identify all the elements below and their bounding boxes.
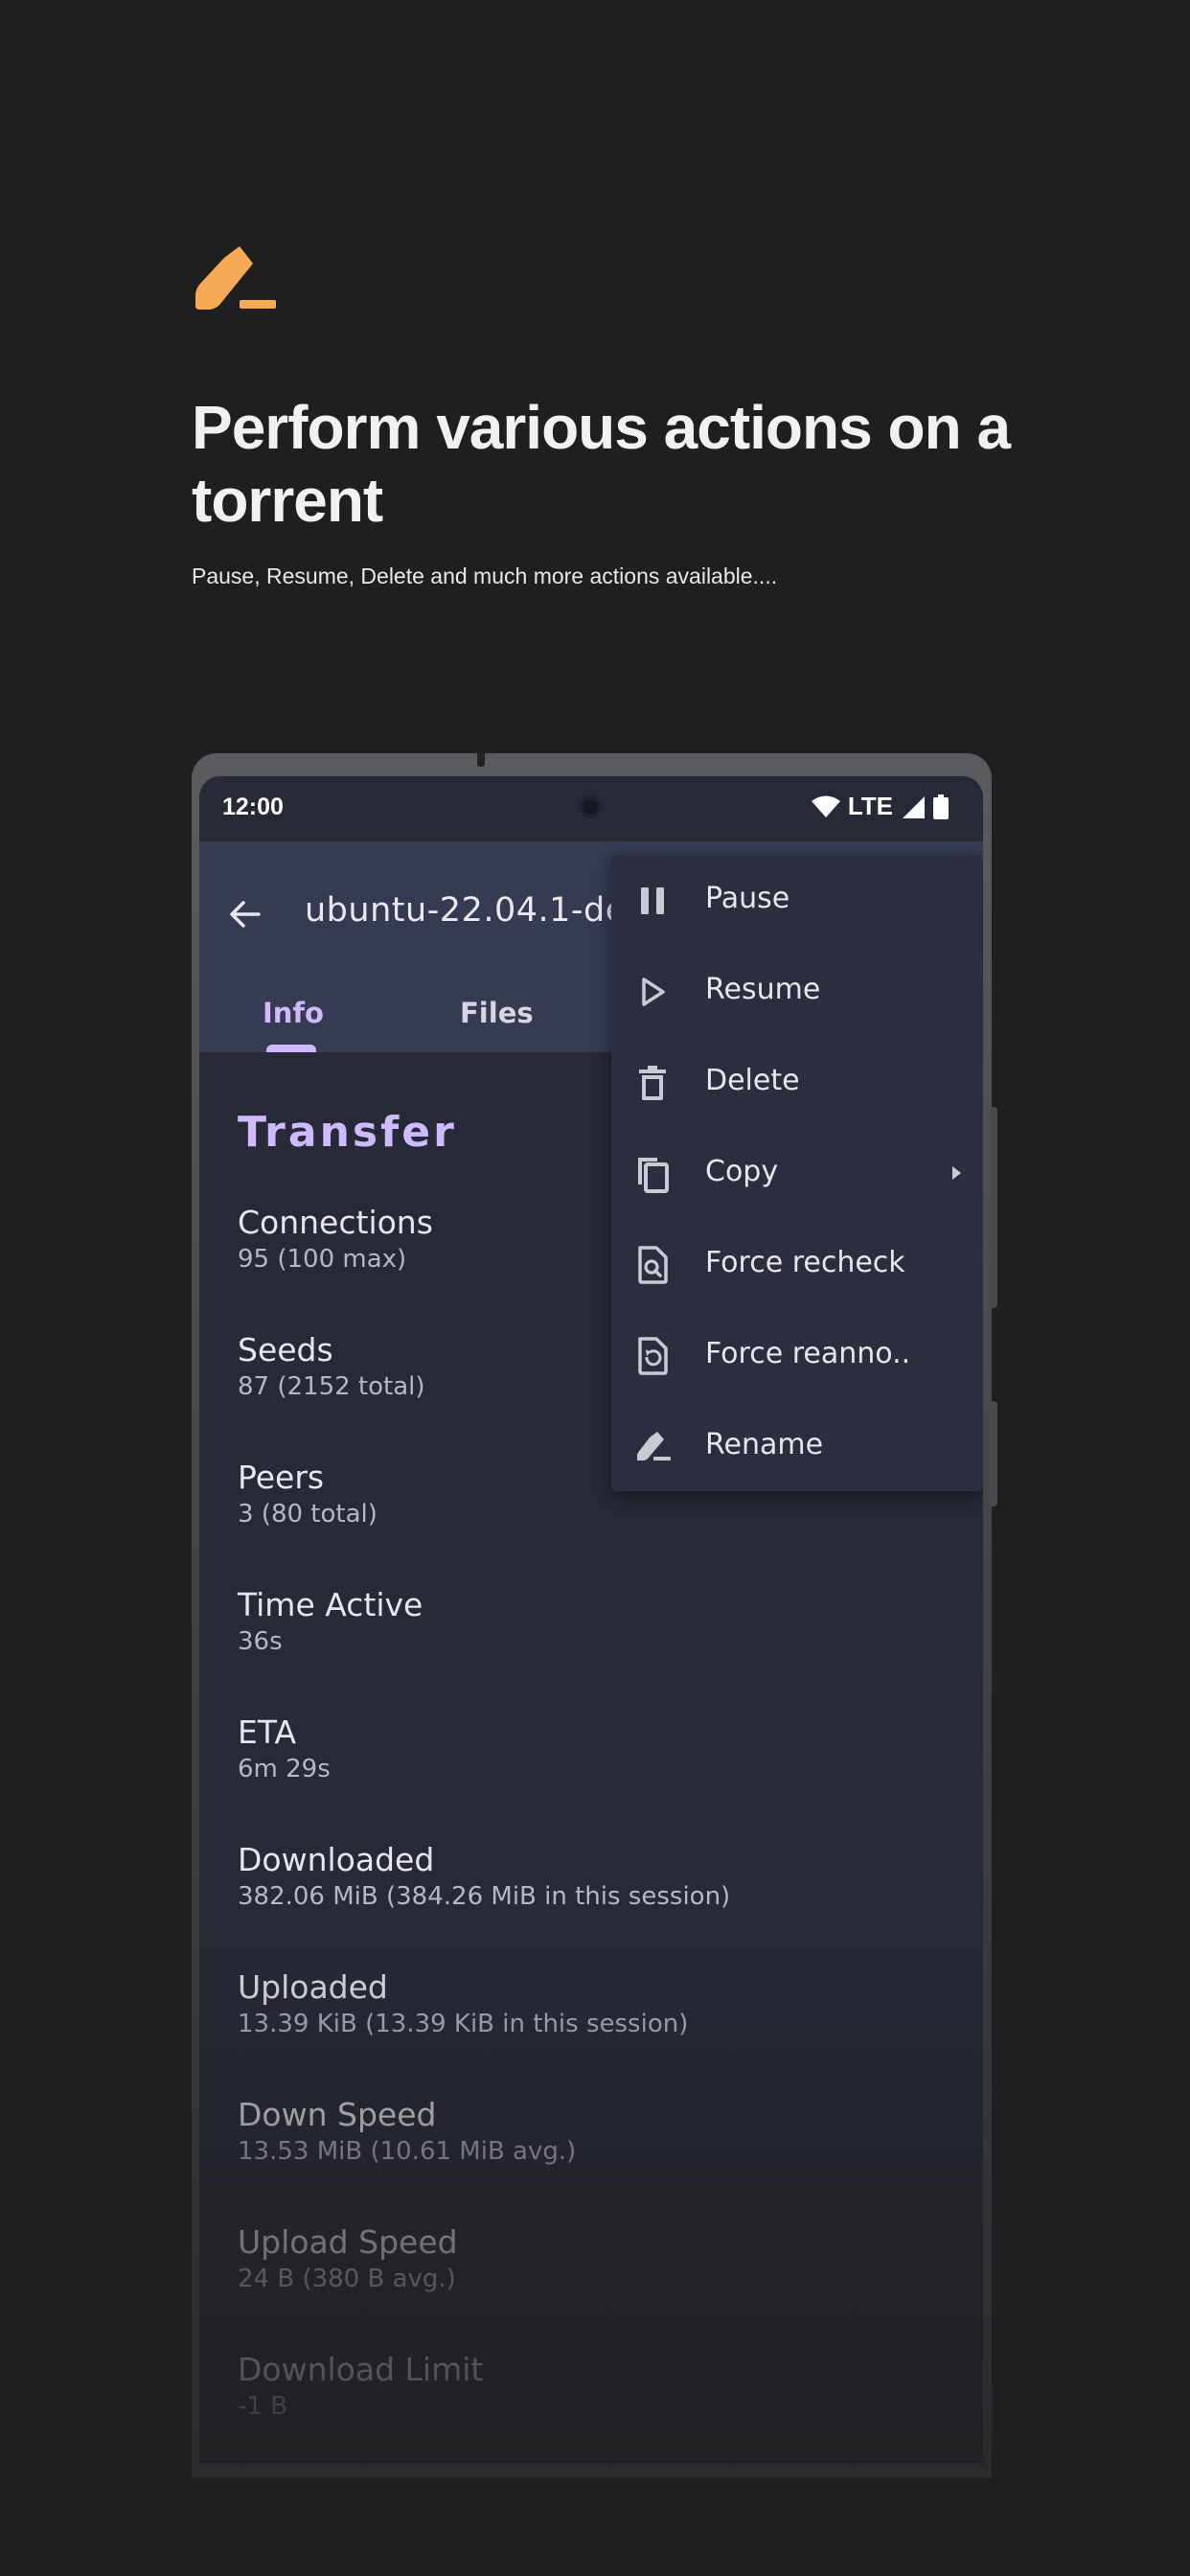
info-label: Down Speed — [238, 2096, 437, 2133]
menu-item-copy[interactable]: Copy — [611, 1128, 983, 1219]
menu-label: Delete — [705, 1064, 800, 1097]
menu-item-resume[interactable]: Resume — [611, 946, 983, 1037]
torrent-title: ubuntu-22.04.1-de — [305, 891, 627, 930]
info-value: 24 B (380 B avg.) — [238, 2265, 456, 2293]
info-item-uploaded: Uploaded 13.39 KiB (13.39 KiB in this se… — [238, 1968, 688, 2038]
menu-label: Pause — [705, 882, 790, 915]
submenu-arrow-icon — [952, 1166, 961, 1180]
info-label: Time Active — [238, 1586, 423, 1623]
info-label: Uploaded — [238, 1968, 388, 2006]
signal-icon — [903, 795, 925, 818]
rename-icon — [637, 1432, 671, 1460]
tab-info[interactable]: Info — [263, 997, 324, 1029]
trash-icon — [639, 1066, 666, 1100]
info-value: 36s — [238, 1627, 283, 1656]
actions-menu: Pause Resume Delete Copy Force recheck F… — [611, 855, 983, 1491]
menu-label: Copy — [705, 1155, 779, 1188]
status-bar: 12:00 LTE — [199, 776, 983, 841]
menu-label: Force recheck — [705, 1246, 905, 1279]
network-type: LTE — [847, 792, 893, 820]
tab-files[interactable]: Files — [460, 997, 534, 1029]
info-item-eta: ETA 6m 29s — [238, 1714, 331, 1783]
info-item-downloaded: Downloaded 382.06 MiB (384.26 MiB in thi… — [238, 1841, 730, 1911]
menu-item-rename[interactable]: Rename — [611, 1401, 983, 1492]
info-value: 95 (100 max) — [238, 1245, 407, 1274]
front-camera — [579, 795, 602, 818]
info-value: 13.39 KiB (13.39 KiB in this session) — [238, 2010, 689, 2038]
info-label: Peers — [238, 1459, 325, 1496]
info-item-seeds: Seeds 87 (2152 total) — [238, 1331, 425, 1401]
info-item-peers: Peers 3 (80 total) — [238, 1459, 378, 1529]
wifi-icon — [811, 795, 840, 817]
info-value: 382.06 MiB (384.26 MiB in this session) — [238, 1882, 731, 1911]
status-time: 12:00 — [222, 794, 284, 820]
menu-label: Resume — [705, 973, 821, 1006]
info-label: Download Limit — [238, 2351, 484, 2388]
arrow-back-icon[interactable] — [222, 891, 268, 937]
file-search-icon — [638, 1246, 668, 1284]
info-item-time-active: Time Active 36s — [238, 1586, 423, 1656]
info-label: Connections — [238, 1204, 433, 1241]
menu-item-pause[interactable]: Pause — [611, 855, 983, 946]
menu-item-delete[interactable]: Delete — [611, 1037, 983, 1128]
info-value: -1 B — [238, 2392, 288, 2421]
tab-indicator — [266, 1045, 316, 1052]
menu-item-force-reannounce[interactable]: Force reanno.. — [611, 1310, 983, 1401]
section-title: Transfer — [238, 1108, 457, 1157]
page-headline: Perform various actions on a torrent — [192, 393, 1011, 535]
phone-power-button — [990, 1401, 997, 1506]
menu-label: Rename — [705, 1428, 824, 1461]
file-refresh-icon — [638, 1337, 668, 1375]
info-value: 3 (80 total) — [238, 1500, 378, 1529]
phone-top-notch — [477, 753, 485, 767]
info-item-down-speed: Down Speed 13.53 MiB (10.61 MiB avg.) — [238, 2096, 576, 2166]
info-item-upload-speed: Upload Speed 24 B (380 B avg.) — [238, 2223, 458, 2293]
phone-volume-button — [990, 1107, 997, 1308]
info-label: Upload Speed — [238, 2223, 458, 2261]
copy-icon — [638, 1158, 669, 1193]
info-item-download-limit: Download Limit -1 B — [238, 2351, 483, 2421]
info-value: 13.53 MiB (10.61 MiB avg.) — [238, 2137, 577, 2166]
battery-icon — [933, 794, 949, 819]
rename-pencil-icon — [195, 246, 276, 310]
play-icon — [642, 978, 665, 1006]
info-label: Downloaded — [238, 1841, 435, 1878]
info-item-connections: Connections 95 (100 max) — [238, 1204, 433, 1274]
info-value: 6m 29s — [238, 1755, 331, 1783]
menu-label: Force reanno.. — [705, 1337, 911, 1370]
info-label: ETA — [238, 1714, 297, 1751]
pause-icon — [641, 887, 664, 914]
status-icons: LTE — [811, 792, 949, 821]
phone-screen: 12:00 LTE ubuntu-22.04.1-de Info Files T… — [199, 776, 983, 2463]
menu-item-force-recheck[interactable]: Force recheck — [611, 1219, 983, 1310]
info-label: Seeds — [238, 1331, 333, 1368]
info-value: 87 (2152 total) — [238, 1372, 425, 1401]
page-subline: Pause, Resume, Delete and much more acti… — [192, 564, 778, 588]
